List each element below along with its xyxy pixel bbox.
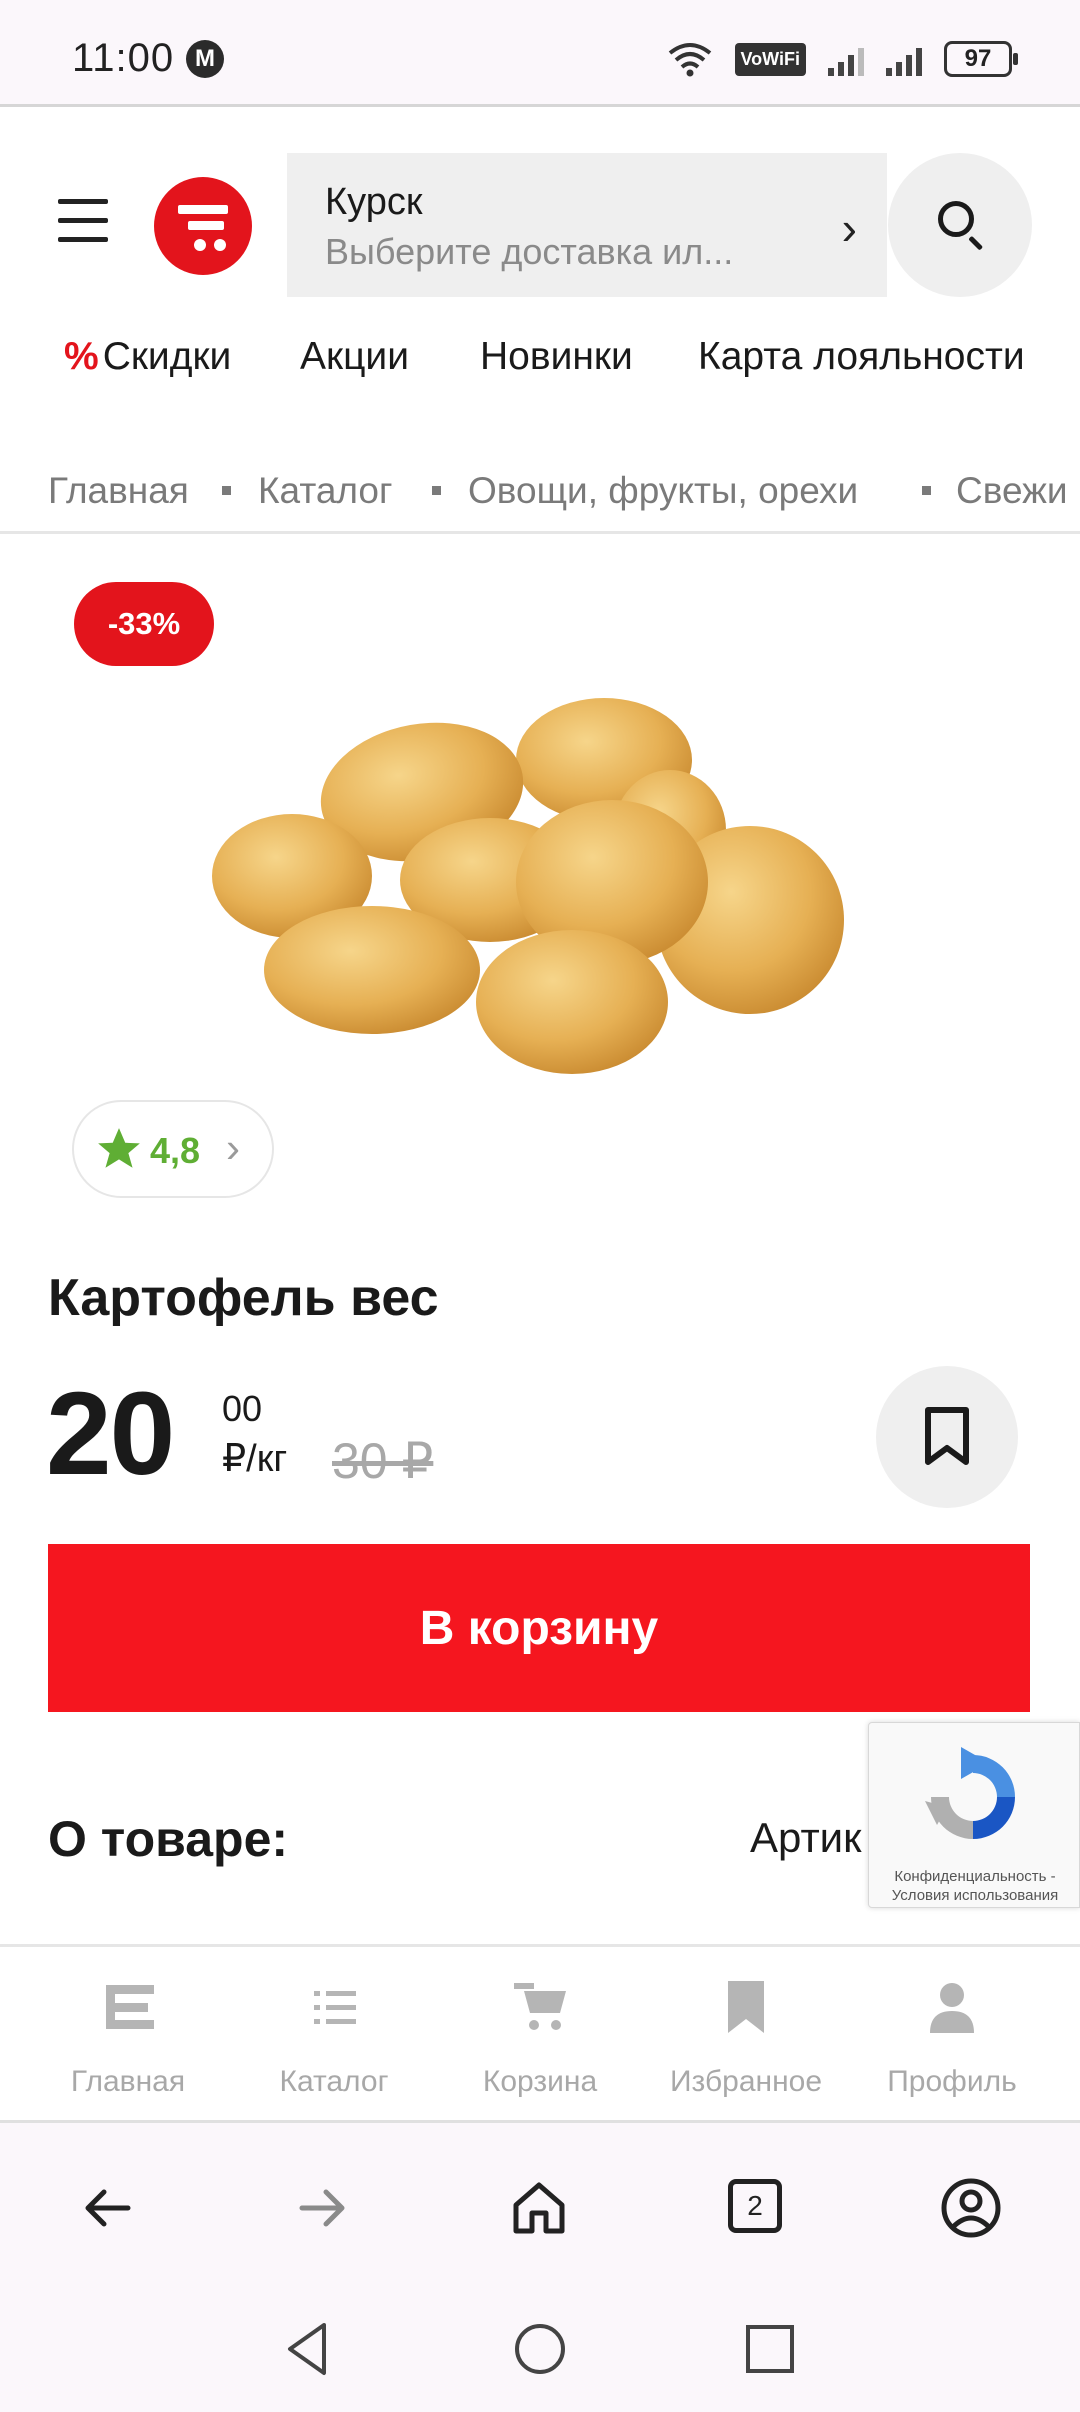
store-logo[interactable] (154, 177, 252, 275)
user-icon (930, 1983, 974, 2033)
site-header: Курск Выберите доставка ил... › % Скидки … (0, 107, 1080, 534)
old-price: 30 ₽ (332, 1433, 434, 1489)
list-icon (314, 1991, 356, 2024)
nav-discounts[interactable]: % Скидки (64, 335, 231, 379)
app-notification-icon: M (186, 40, 224, 78)
product-image[interactable] (200, 680, 860, 1100)
status-bar: 11:00 M VoWiFi 97 (0, 0, 1080, 107)
signal-icon-sim2 (886, 42, 922, 76)
bookmark-icon (728, 1981, 764, 2033)
recaptcha-links[interactable]: Конфиденциальность - Условия использован… (869, 1867, 1080, 1905)
search-button[interactable] (888, 153, 1032, 297)
account-icon[interactable] (936, 2173, 1006, 2243)
home-icon[interactable] (504, 2173, 574, 2243)
nav-promos[interactable]: Акции (300, 335, 409, 379)
add-to-cart-button[interactable]: В корзину (48, 1544, 1030, 1712)
forward-arrow-icon[interactable] (288, 2173, 358, 2243)
hamburger-menu-icon[interactable] (58, 199, 108, 242)
battery-icon: 97 (944, 41, 1018, 77)
rating-value: 4,8 (150, 1130, 201, 1171)
recaptcha-badge[interactable]: Конфиденциальность - Условия использован… (868, 1722, 1080, 1908)
price-integer: 20 (46, 1368, 175, 1500)
bottom-tab-bar: Главная Каталог Корзина Избранное Профил… (0, 1944, 1080, 2122)
signal-icon-sim1 (828, 42, 864, 76)
nav-loyalty-card[interactable]: Карта лояльности (698, 335, 1025, 379)
price-unit: ₽/кг (222, 1438, 288, 1480)
breadcrumb-subcategory[interactable]: Свежи (956, 470, 1068, 512)
tab-catalog[interactable]: Каталог (226, 1947, 442, 2125)
discount-badge: -33% (74, 582, 214, 666)
chevron-right-icon: › (226, 1124, 240, 1171)
search-icon (938, 201, 974, 237)
wifi-icon (668, 43, 711, 77)
nav-new[interactable]: Новинки (480, 335, 633, 379)
location-city: Курск (325, 181, 423, 223)
system-home-icon[interactable] (512, 2321, 568, 2377)
vowifi-badge: VoWiFi (734, 42, 806, 76)
bookmark-icon (925, 1407, 969, 1465)
system-navigation-bar (0, 2291, 1080, 2412)
status-icons: VoWiFi 97 (667, 38, 1018, 80)
rating-chip[interactable]: 4,8 › (72, 1100, 274, 1198)
browser-toolbar: 2 (0, 2123, 1080, 2291)
article-label[interactable]: Артик (750, 1814, 862, 1862)
breadcrumb-catalog[interactable]: Каталог (258, 470, 393, 512)
location-subtitle: Выберите доставка ил... (325, 231, 734, 272)
header-divider (0, 531, 1080, 534)
tab-cart[interactable]: Корзина (432, 1947, 648, 2125)
percent-icon: % (64, 335, 99, 378)
tabs-count-button[interactable]: 2 (728, 2179, 782, 2233)
cart-icon (514, 1983, 566, 2030)
about-heading: О товаре: (48, 1811, 289, 1867)
price-cents: 00 (222, 1388, 263, 1429)
star-icon (98, 1128, 140, 1168)
tab-profile[interactable]: Профиль (844, 1947, 1060, 2125)
delivery-location-selector[interactable]: Курск Выберите доставка ил... › (287, 153, 887, 297)
top-nav: % Скидки Акции Новинки Карта лояльности (0, 335, 1080, 401)
system-back-icon[interactable] (280, 2319, 334, 2379)
tab-favorites[interactable]: Избранное (638, 1947, 854, 2125)
status-time: 11:00 (72, 36, 175, 80)
breadcrumb-home[interactable]: Главная (48, 470, 189, 512)
product-title: Картофель вес (48, 1269, 439, 1327)
system-recents-icon[interactable] (744, 2323, 796, 2375)
breadcrumb-category[interactable]: Овощи, фрукты, орехи (468, 470, 858, 512)
tab-home[interactable]: Главная (20, 1947, 236, 2125)
add-to-favorites-button[interactable] (876, 1366, 1018, 1508)
chevron-right-icon: › (841, 202, 857, 254)
recaptcha-icon (925, 1747, 1015, 1839)
home-logo-icon (106, 1985, 154, 2029)
back-arrow-icon[interactable] (72, 2173, 142, 2243)
